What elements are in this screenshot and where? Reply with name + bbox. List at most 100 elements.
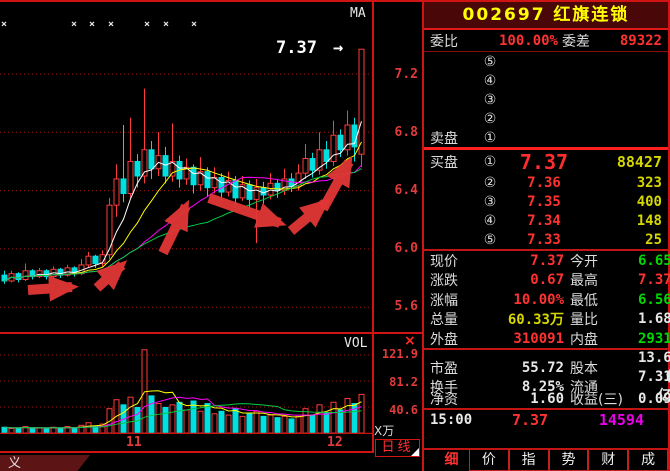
ask-row-5[interactable]: ⑤: [424, 52, 668, 71]
bid-2-volume: 323: [582, 175, 662, 191]
stat-row-turnover: 换手 8.25% 流通 7.31亿: [424, 369, 668, 388]
bid-2-badge: ②: [474, 175, 506, 191]
weicha-value: 89322: [604, 33, 662, 49]
bid-5-volume: 25: [582, 232, 662, 248]
tab-index[interactable]: 指: [509, 450, 549, 471]
stat-label: 最低: [564, 290, 638, 310]
stat-value: 0.099: [638, 391, 670, 407]
ask-row-1[interactable]: 卖盘 ①: [424, 128, 668, 147]
ex-rights-mark-icon: ×: [191, 19, 197, 30]
order-book-panel: 002697 红旗连锁 委比 100.00% 委差 89322 ⑤ ④ ③ ②: [422, 0, 670, 471]
volume-axis-tick: 81.2: [372, 375, 418, 389]
tick-time: 15:00: [430, 412, 494, 428]
annotation-arrow: [28, 287, 72, 290]
stat-value: 60.33万: [478, 309, 564, 329]
weibi-label: 委比: [430, 31, 472, 51]
price-axis-tick: 5.6: [374, 299, 418, 314]
weicha-label: 委差: [558, 31, 604, 51]
period-selector[interactable]: 日线: [375, 439, 420, 457]
ex-rights-mark-icon: ×: [71, 19, 77, 30]
stat-row-volume: 总量 60.33万 量比 1.68: [424, 309, 668, 328]
ex-rights-mark-icon: ×: [89, 19, 95, 30]
stat-label: 收益(三): [564, 389, 638, 409]
bid-5-badge: ⑤: [474, 232, 506, 248]
tick-volume: 14594: [566, 411, 658, 429]
volume-unit-label: X万: [374, 422, 394, 439]
stock-title: 002697 红旗连锁: [424, 0, 668, 30]
resize-grip-icon[interactable]: [411, 448, 419, 456]
stat-value: 0.67: [478, 272, 564, 288]
month-label: 11: [126, 435, 142, 450]
sell-side-label: 卖盘: [430, 128, 474, 148]
ex-rights-mark-icon: ×: [144, 19, 150, 30]
bid-row-3[interactable]: ③ 7.35 400: [424, 192, 668, 211]
period-label: 日线: [381, 440, 413, 455]
ask-1-badge: ①: [474, 130, 506, 146]
bid-row-2[interactable]: ② 7.36 323: [424, 173, 668, 192]
stat-value: 10.00%: [478, 292, 564, 308]
bid-row-1[interactable]: 买盘 ① 7.37 88427: [424, 150, 668, 173]
volume-chart[interactable]: [0, 334, 372, 434]
volume-indicator-label: VOL: [344, 336, 367, 351]
stat-value: 293191: [638, 331, 670, 347]
stat-label: 现价: [430, 251, 478, 271]
bottom-left-tab-label: 义: [8, 456, 21, 471]
volume-axis-tick: 40.6: [372, 403, 418, 417]
bid-2-price: 7.36: [506, 175, 582, 191]
stat-value: 310091: [478, 331, 564, 347]
panel-tabs: 细 价 指 势 财 成: [424, 448, 668, 471]
stat-label: 净资: [430, 389, 478, 409]
ask-row-4[interactable]: ④: [424, 71, 668, 90]
ask-row-2[interactable]: ②: [424, 109, 668, 128]
stat-row-change-pct: 涨幅 10.00% 最低 6.56: [424, 290, 668, 309]
tab-finance[interactable]: 财: [588, 450, 628, 471]
ask-row-3[interactable]: ③: [424, 90, 668, 109]
stat-row-pe: 市盈 55.72 股本 13.60亿: [424, 350, 668, 369]
ma-indicator-label: MA: [350, 6, 366, 21]
latest-price-tag: 7.37 →: [276, 38, 343, 58]
ex-rights-marks-row: ×××××××: [0, 2, 372, 42]
stat-row-change: 涨跌 0.67 最高 7.37: [424, 270, 668, 289]
month-label: 12: [327, 435, 343, 450]
bottom-left-tab[interactable]: 义: [0, 455, 90, 471]
buy-side-label: 买盘: [430, 152, 474, 172]
stat-label: 总量: [430, 309, 478, 329]
time-axis: 11 12: [0, 433, 372, 451]
stat-label: 内盘: [564, 329, 638, 349]
bid-row-4[interactable]: ④ 7.34 148: [424, 211, 668, 230]
tab-deals[interactable]: 成: [628, 450, 668, 471]
stat-value: 7.37: [638, 272, 670, 288]
right-arrow-icon: →: [333, 38, 343, 58]
stat-row-price: 现价 7.37 今开 6.65: [424, 251, 668, 270]
stat-value: 7.37: [478, 253, 564, 269]
bid-4-price: 7.34: [506, 213, 582, 229]
bid-4-volume: 148: [582, 213, 662, 229]
bid-1-price: 7.37: [506, 150, 582, 174]
last-tick-row: 15:00 7.37 14594: [424, 410, 668, 430]
stat-value: 6.56: [638, 292, 670, 308]
stat-label: 涨幅: [430, 290, 478, 310]
ex-rights-mark-icon: ×: [108, 19, 114, 30]
commission-ratio-row: 委比 100.00% 委差 89322: [424, 30, 668, 52]
tab-trend[interactable]: 势: [549, 450, 589, 471]
annotation-arrow: [163, 206, 186, 253]
bid-1-badge: ①: [474, 154, 506, 170]
stat-label: 最高: [564, 270, 638, 290]
ask-3-badge: ③: [474, 92, 506, 108]
bid-4-badge: ④: [474, 213, 506, 229]
tab-detail[interactable]: 细: [434, 450, 469, 471]
bid-row-5[interactable]: ⑤ 7.33 25: [424, 230, 668, 249]
axis-bottom-border: [0, 451, 374, 453]
annotation-arrow: [209, 198, 280, 223]
tab-price[interactable]: 价: [469, 450, 509, 471]
bid-3-price: 7.35: [506, 194, 582, 210]
bid-3-badge: ③: [474, 194, 506, 210]
volume-axis-tick: 121.9: [372, 347, 418, 361]
bid-1-volume: 88427: [582, 153, 662, 171]
ask-4-badge: ④: [474, 73, 506, 89]
chart-region: ××××××× MA 7.37 → VOL 7.2 6.8 6.4 6.0 5.…: [0, 0, 422, 471]
price-axis-tick: 6.0: [374, 241, 418, 256]
weibi-value: 100.00%: [472, 33, 558, 49]
latest-price-value: 7.37: [276, 38, 317, 58]
stat-label: 量比: [564, 309, 638, 329]
